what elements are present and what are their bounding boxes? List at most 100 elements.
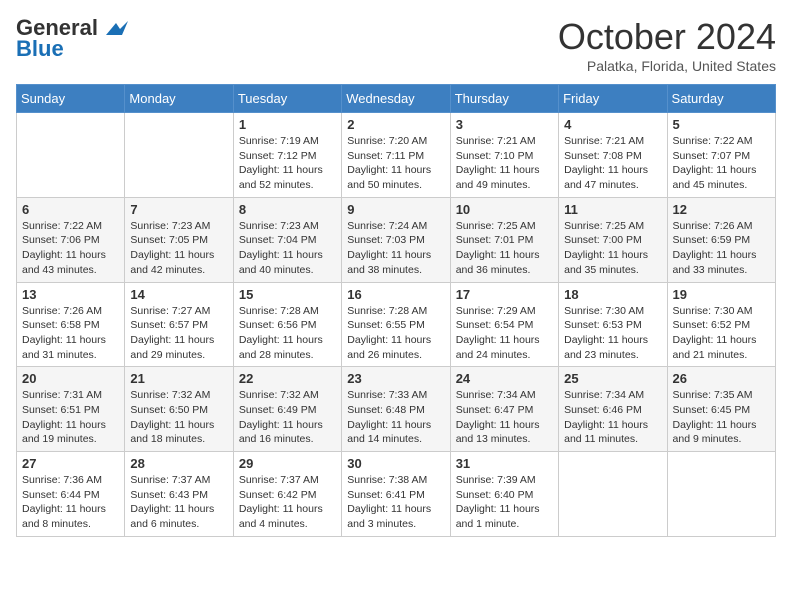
calendar-day-cell: 30 Sunrise: 7:38 AMSunset: 6:41 PMDayligh… <box>342 452 450 537</box>
day-number: 5 <box>673 117 770 132</box>
calendar-day-cell <box>559 452 667 537</box>
logo-bird-icon <box>106 21 128 37</box>
day-number: 20 <box>22 371 119 386</box>
day-number: 16 <box>347 287 444 302</box>
day-number: 8 <box>239 202 336 217</box>
calendar-table: SundayMondayTuesdayWednesdayThursdayFrid… <box>16 84 776 537</box>
calendar-day-cell: 11 Sunrise: 7:25 AMSunset: 7:00 PMDayligh… <box>559 197 667 282</box>
calendar-day-cell <box>667 452 775 537</box>
day-info: Sunrise: 7:26 AMSunset: 6:59 PMDaylight:… <box>673 219 770 278</box>
day-info: Sunrise: 7:21 AMSunset: 7:10 PMDaylight:… <box>456 134 553 193</box>
calendar-week-row: 1 Sunrise: 7:19 AMSunset: 7:12 PMDaylight… <box>17 113 776 198</box>
page-header: General Blue October 2024 Palatka, Flori… <box>16 16 776 74</box>
calendar-day-cell: 2 Sunrise: 7:20 AMSunset: 7:11 PMDaylight… <box>342 113 450 198</box>
calendar-day-cell: 14 Sunrise: 7:27 AMSunset: 6:57 PMDayligh… <box>125 282 233 367</box>
day-info: Sunrise: 7:25 AMSunset: 7:00 PMDaylight:… <box>564 219 661 278</box>
day-number: 19 <box>673 287 770 302</box>
day-number: 28 <box>130 456 227 471</box>
day-number: 25 <box>564 371 661 386</box>
day-info: Sunrise: 7:38 AMSunset: 6:41 PMDaylight:… <box>347 473 444 532</box>
weekday-header: Wednesday <box>342 85 450 113</box>
day-info: Sunrise: 7:30 AMSunset: 6:53 PMDaylight:… <box>564 304 661 363</box>
day-number: 7 <box>130 202 227 217</box>
calendar-day-cell: 4 Sunrise: 7:21 AMSunset: 7:08 PMDaylight… <box>559 113 667 198</box>
day-number: 14 <box>130 287 227 302</box>
day-number: 26 <box>673 371 770 386</box>
day-number: 29 <box>239 456 336 471</box>
day-number: 13 <box>22 287 119 302</box>
calendar-day-cell: 12 Sunrise: 7:26 AMSunset: 6:59 PMDayligh… <box>667 197 775 282</box>
day-info: Sunrise: 7:27 AMSunset: 6:57 PMDaylight:… <box>130 304 227 363</box>
calendar-day-cell: 3 Sunrise: 7:21 AMSunset: 7:10 PMDaylight… <box>450 113 558 198</box>
calendar-day-cell: 27 Sunrise: 7:36 AMSunset: 6:44 PMDayligh… <box>17 452 125 537</box>
calendar-day-cell: 1 Sunrise: 7:19 AMSunset: 7:12 PMDaylight… <box>233 113 341 198</box>
day-number: 17 <box>456 287 553 302</box>
calendar-week-row: 13Sunrise: 7:26 AMSunset: 6:58 PMDayligh… <box>17 282 776 367</box>
day-info: Sunrise: 7:35 AMSunset: 6:45 PMDaylight:… <box>673 388 770 447</box>
calendar-day-cell: 28Sunrise: 7:37 AMSunset: 6:43 PMDayligh… <box>125 452 233 537</box>
day-info: Sunrise: 7:29 AMSunset: 6:54 PMDaylight:… <box>456 304 553 363</box>
day-info: Sunrise: 7:37 AMSunset: 6:42 PMDaylight:… <box>239 473 336 532</box>
day-number: 23 <box>347 371 444 386</box>
calendar-day-cell: 6 Sunrise: 7:22 AMSunset: 7:06 PMDaylight… <box>17 197 125 282</box>
weekday-header: Monday <box>125 85 233 113</box>
calendar-day-cell: 19 Sunrise: 7:30 AMSunset: 6:52 PMDayligh… <box>667 282 775 367</box>
day-number: 3 <box>456 117 553 132</box>
day-info: Sunrise: 7:34 AMSunset: 6:46 PMDaylight:… <box>564 388 661 447</box>
day-info: Sunrise: 7:20 AMSunset: 7:11 PMDaylight:… <box>347 134 444 193</box>
day-info: Sunrise: 7:19 AMSunset: 7:12 PMDaylight:… <box>239 134 336 193</box>
calendar-week-row: 6 Sunrise: 7:22 AMSunset: 7:06 PMDaylight… <box>17 197 776 282</box>
day-info: Sunrise: 7:22 AMSunset: 7:06 PMDaylight:… <box>22 219 119 278</box>
calendar-day-cell: 9 Sunrise: 7:24 AMSunset: 7:03 PMDaylight… <box>342 197 450 282</box>
day-info: Sunrise: 7:34 AMSunset: 6:47 PMDaylight:… <box>456 388 553 447</box>
calendar-day-cell: 22 Sunrise: 7:32 AMSunset: 6:49 PMDayligh… <box>233 367 341 452</box>
day-number: 30 <box>347 456 444 471</box>
calendar-day-cell: 20 Sunrise: 7:31 AMSunset: 6:51 PMDayligh… <box>17 367 125 452</box>
calendar-day-cell: 15Sunrise: 7:28 AMSunset: 6:56 PMDayligh… <box>233 282 341 367</box>
weekday-header: Tuesday <box>233 85 341 113</box>
month-title: October 2024 <box>558 16 776 58</box>
calendar-day-cell: 23Sunrise: 7:33 AMSunset: 6:48 PMDayligh… <box>342 367 450 452</box>
day-info: Sunrise: 7:36 AMSunset: 6:44 PMDaylight:… <box>22 473 119 532</box>
day-info: Sunrise: 7:23 AMSunset: 7:05 PMDaylight:… <box>130 219 227 278</box>
calendar-day-cell: 7 Sunrise: 7:23 AMSunset: 7:05 PMDaylight… <box>125 197 233 282</box>
day-number: 4 <box>564 117 661 132</box>
calendar-day-cell: 24Sunrise: 7:34 AMSunset: 6:47 PMDayligh… <box>450 367 558 452</box>
logo-blue-text: Blue <box>16 36 64 62</box>
weekday-header: Saturday <box>667 85 775 113</box>
calendar-day-cell: 17 Sunrise: 7:29 AMSunset: 6:54 PMDayligh… <box>450 282 558 367</box>
calendar-day-cell: 10Sunrise: 7:25 AMSunset: 7:01 PMDayligh… <box>450 197 558 282</box>
day-number: 6 <box>22 202 119 217</box>
day-number: 11 <box>564 202 661 217</box>
day-number: 21 <box>130 371 227 386</box>
location: Palatka, Florida, United States <box>558 58 776 74</box>
weekday-header: Friday <box>559 85 667 113</box>
day-info: Sunrise: 7:25 AMSunset: 7:01 PMDaylight:… <box>456 219 553 278</box>
title-section: October 2024 Palatka, Florida, United St… <box>558 16 776 74</box>
day-info: Sunrise: 7:21 AMSunset: 7:08 PMDaylight:… <box>564 134 661 193</box>
day-info: Sunrise: 7:32 AMSunset: 6:49 PMDaylight:… <box>239 388 336 447</box>
day-number: 15 <box>239 287 336 302</box>
day-info: Sunrise: 7:32 AMSunset: 6:50 PMDaylight:… <box>130 388 227 447</box>
day-info: Sunrise: 7:31 AMSunset: 6:51 PMDaylight:… <box>22 388 119 447</box>
day-info: Sunrise: 7:24 AMSunset: 7:03 PMDaylight:… <box>347 219 444 278</box>
calendar-day-cell: 29 Sunrise: 7:37 AMSunset: 6:42 PMDayligh… <box>233 452 341 537</box>
day-info: Sunrise: 7:28 AMSunset: 6:55 PMDaylight:… <box>347 304 444 363</box>
calendar-week-row: 20 Sunrise: 7:31 AMSunset: 6:51 PMDayligh… <box>17 367 776 452</box>
logo: General Blue <box>16 16 128 62</box>
day-number: 27 <box>22 456 119 471</box>
weekday-header: Thursday <box>450 85 558 113</box>
day-info: Sunrise: 7:30 AMSunset: 6:52 PMDaylight:… <box>673 304 770 363</box>
day-number: 9 <box>347 202 444 217</box>
day-number: 1 <box>239 117 336 132</box>
day-number: 22 <box>239 371 336 386</box>
day-number: 12 <box>673 202 770 217</box>
calendar-day-cell: 16 Sunrise: 7:28 AMSunset: 6:55 PMDayligh… <box>342 282 450 367</box>
calendar-day-cell <box>17 113 125 198</box>
calendar-week-row: 27 Sunrise: 7:36 AMSunset: 6:44 PMDayligh… <box>17 452 776 537</box>
calendar-day-cell: 25 Sunrise: 7:34 AMSunset: 6:46 PMDayligh… <box>559 367 667 452</box>
day-number: 2 <box>347 117 444 132</box>
calendar-day-cell: 13Sunrise: 7:26 AMSunset: 6:58 PMDayligh… <box>17 282 125 367</box>
calendar-day-cell: 5 Sunrise: 7:22 AMSunset: 7:07 PMDaylight… <box>667 113 775 198</box>
day-info: Sunrise: 7:22 AMSunset: 7:07 PMDaylight:… <box>673 134 770 193</box>
